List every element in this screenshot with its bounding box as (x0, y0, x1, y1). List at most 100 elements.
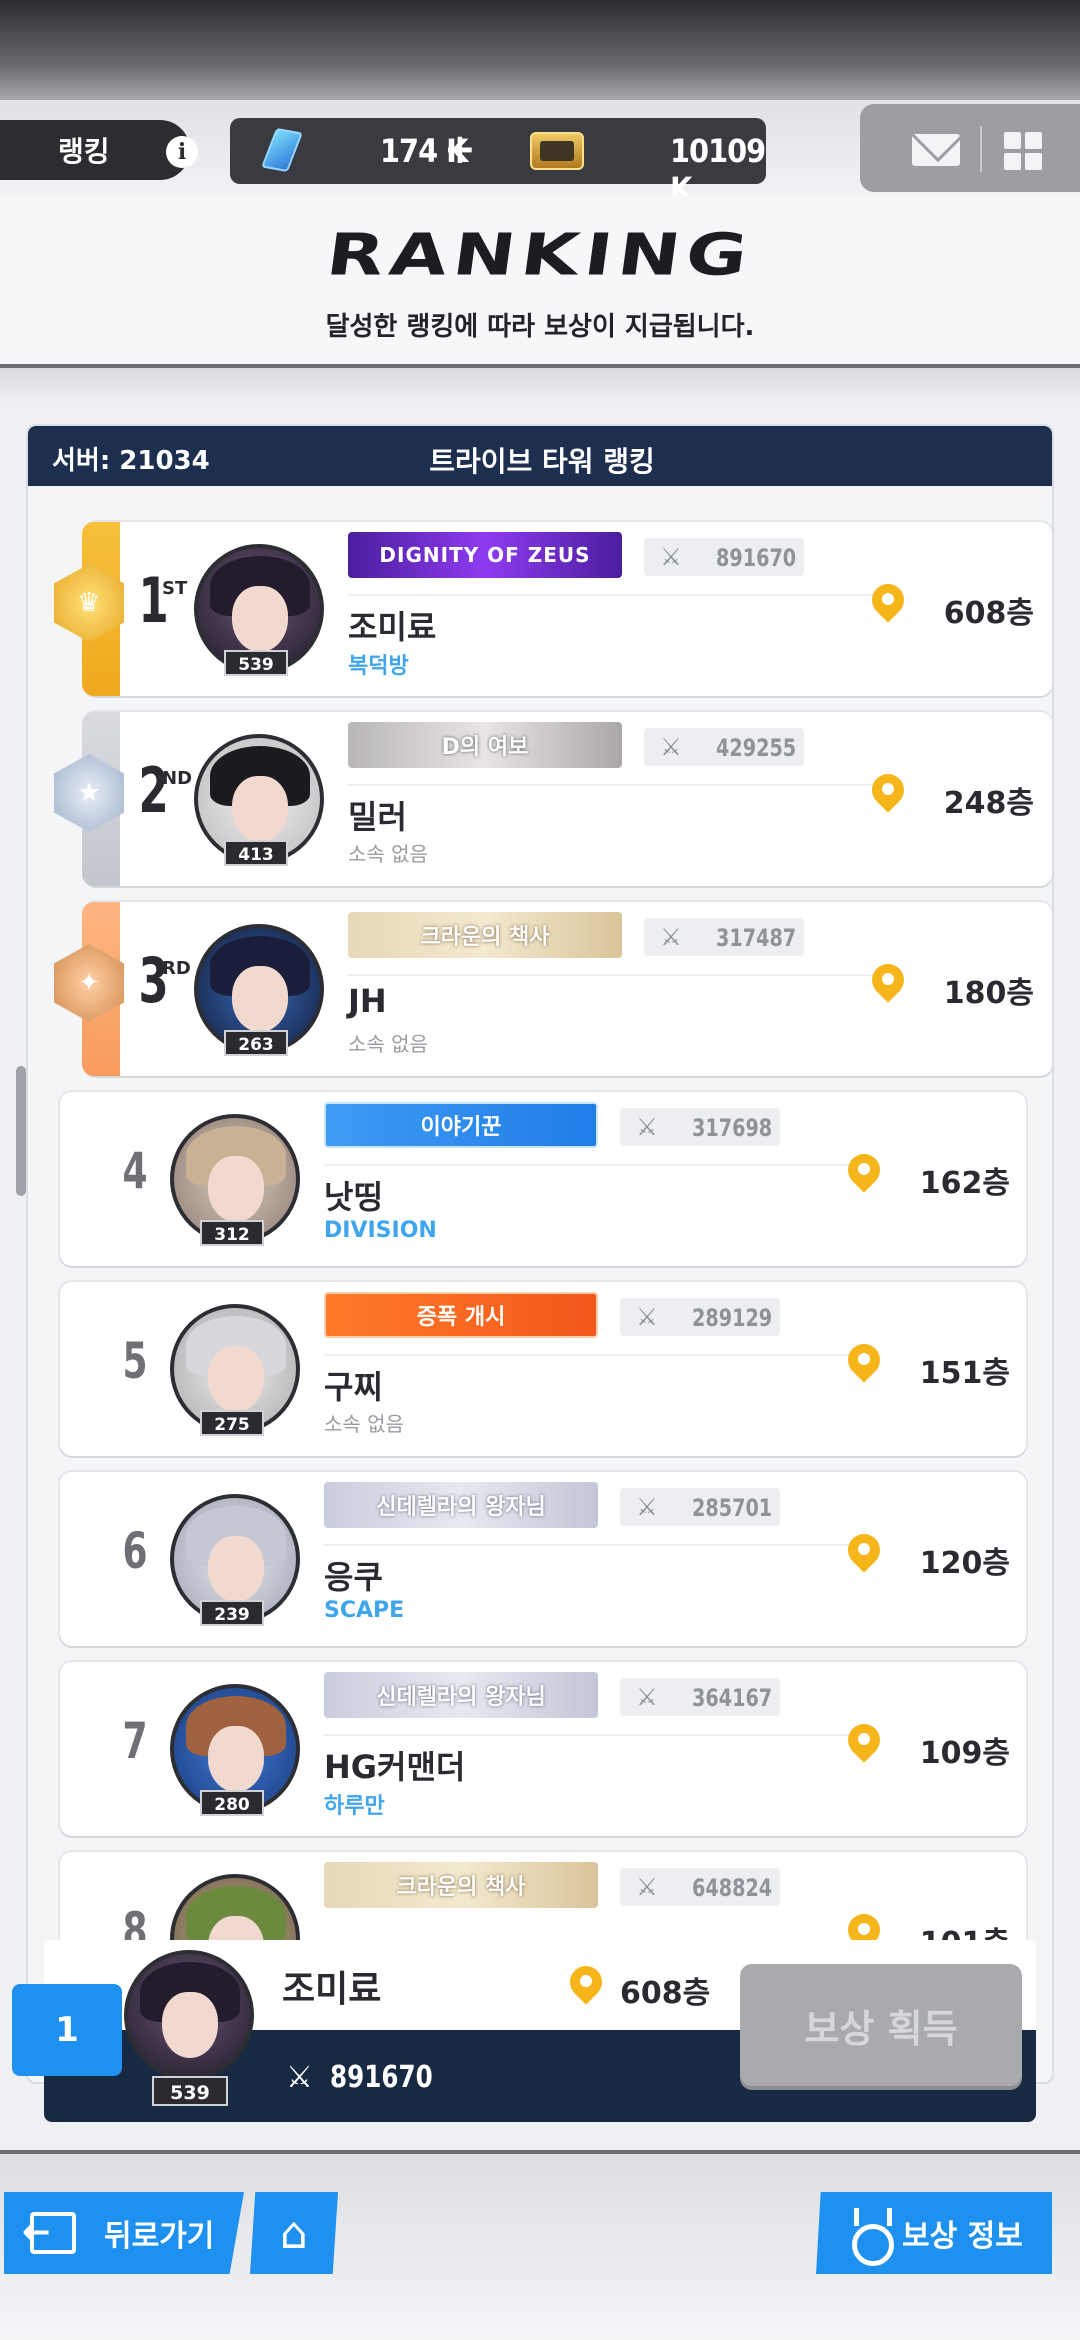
power-box: ⚔ 285701 (620, 1488, 780, 1526)
guild-name: 소속 없음 (324, 1412, 404, 1436)
ranking-list-panel: 서버: 21034 트라이브 타워 랭킹 ♛ 1 ST 539 DIGNITY … (26, 424, 1054, 2084)
power-box: ⚔ 364167 (620, 1678, 780, 1716)
gem-icon (261, 127, 303, 173)
floor-value: 248층 (943, 786, 1034, 821)
player-name: 조미료 (348, 608, 437, 646)
row-divider (324, 1354, 864, 1356)
power-box: ⚔ 429255 (644, 728, 804, 766)
power-box: ⚔ 289129 (620, 1298, 780, 1336)
ranking-row[interactable]: ♛ 1 ST 539 DIGNITY OF ZEUS ⚔ 891670 조미료 … (54, 522, 1052, 696)
power-box: ⚔ 317698 (620, 1108, 780, 1146)
my-power-value: 891670 (330, 2060, 433, 2095)
crossed-swords-icon: ⚔ (660, 733, 682, 761)
level-badge: 263 (224, 1030, 288, 1056)
ranking-row[interactable]: ★ 2 ND 413 D의 여보 ⚔ 429255 밀러 소속 없음 248층 (54, 712, 1052, 886)
guild-name: 복덕방 (348, 654, 409, 679)
location-pin-icon (872, 584, 904, 626)
ranking-row[interactable]: 4 312 이야기꾼 ⚔ 317698 낫띵 DIVISION 162층 (60, 1092, 1026, 1266)
power-value: 289129 (692, 1304, 773, 1332)
power-value: 429255 (716, 734, 797, 762)
title-badge: 크라운의 책사 (348, 912, 622, 958)
my-rank-number: 1 (12, 1984, 122, 2076)
row-divider (348, 974, 888, 976)
my-floor-value: 608층 (620, 1976, 711, 2011)
power-box: ⚔ 648824 (620, 1868, 780, 1906)
claim-reward-button[interactable]: 보상 획득 (740, 1964, 1022, 2086)
header-divider (0, 364, 1080, 404)
title-badge: 신데렐라의 왕자님 (324, 1672, 598, 1718)
rank-suffix: ND (162, 768, 193, 789)
location-pin-icon (872, 774, 904, 816)
back-icon (22, 2212, 76, 2254)
rank-number: 7 (122, 1712, 148, 1770)
info-icon[interactable]: i (166, 136, 198, 168)
crossed-swords-icon: ⚔ (636, 1113, 658, 1141)
player-name: 구찌 (324, 1368, 383, 1406)
crossed-swords-icon: ⚔ (636, 1683, 658, 1711)
ranking-list-header: 서버: 21034 트라이브 타워 랭킹 (28, 426, 1052, 486)
ranking-subtitle: 달성한 랭킹에 따라 보상이 지급됩니다. (325, 312, 755, 342)
title-badge: 신데렐라의 왕자님 (324, 1482, 598, 1528)
rank-number: 6 (122, 1522, 148, 1580)
floor-value: 162층 (919, 1166, 1010, 1201)
ranking-list[interactable]: ♛ 1 ST 539 DIGNITY OF ZEUS ⚔ 891670 조미료 … (28, 486, 1052, 2082)
ranking-row[interactable]: 6 239 신데렐라의 왕자님 ⚔ 285701 응쿠 SCAPE 120층 (60, 1472, 1026, 1646)
level-badge: 413 (224, 840, 288, 866)
player-name: 밀러 (348, 798, 407, 836)
guild-name: DIVISION (324, 1218, 437, 1243)
player-name: 낫띵 (324, 1178, 383, 1216)
my-player-name: 조미료 (282, 1969, 382, 2010)
power-value: 648824 (692, 1874, 773, 1902)
row-divider (324, 1164, 864, 1166)
location-pin-icon (848, 1154, 880, 1196)
level-badge: 539 (224, 650, 288, 676)
floor-value: 608층 (943, 596, 1034, 631)
floor-value: 151층 (919, 1356, 1010, 1391)
guild-name: 소속 없음 (348, 1032, 428, 1056)
player-name: JH (348, 982, 387, 1020)
power-value: 317487 (716, 924, 797, 952)
row-divider (324, 1734, 864, 1736)
player-name: 응쿠 (324, 1558, 383, 1596)
ranking-row[interactable]: 7 280 신데렐라의 왕자님 ⚔ 364167 HG커맨더 하루만 109층 (60, 1662, 1026, 1836)
crossed-swords-icon: ⚔ (636, 1873, 658, 1901)
level-badge: 239 (200, 1600, 264, 1626)
row-divider (324, 1544, 864, 1546)
guild-name: SCAPE (324, 1598, 405, 1623)
power-box: ⚔ 891670 (644, 538, 804, 576)
mode-label: 랭킹 (0, 120, 190, 180)
currency-bar: 174 K + 10109 K (230, 118, 766, 208)
scrollbar-thumb[interactable] (16, 1066, 26, 1196)
level-badge: 275 (200, 1410, 264, 1436)
power-value: 364167 (692, 1684, 773, 1712)
location-pin-icon (848, 1534, 880, 1576)
row-divider (348, 594, 888, 596)
power-box: ⚔ 317487 (644, 918, 804, 956)
rank-number: 1 (138, 564, 169, 637)
title-badge: DIGNITY OF ZEUS (348, 532, 622, 578)
tool-divider (980, 126, 982, 172)
add-gems-button[interactable]: + (444, 124, 476, 173)
guild-name: 하루만 (324, 1794, 385, 1819)
title-badge: 증폭 개시 (324, 1292, 598, 1338)
location-pin-icon (848, 1344, 880, 1386)
location-pin-icon (872, 964, 904, 1006)
location-pin-icon (570, 1966, 602, 2008)
ranking-row[interactable]: ✦ 3 RD 263 크라운의 책사 ⚔ 317487 JH 소속 없음 180… (54, 902, 1052, 1076)
my-avatar[interactable] (124, 1950, 254, 2080)
ranking-row[interactable]: 5 275 증폭 개시 ⚔ 289129 구찌 소속 없음 151층 (60, 1282, 1026, 1456)
home-button[interactable]: ⌂ (250, 2192, 338, 2274)
level-badge: 312 (200, 1220, 264, 1246)
player-name: HG커맨더 (324, 1748, 466, 1786)
rank-number: 2 (138, 754, 169, 827)
rank-suffix: RD (162, 958, 191, 979)
floor-value: 109층 (919, 1736, 1010, 1771)
title-badge: 이야기꾼 (324, 1102, 598, 1148)
crossed-swords-icon: ⚔ (636, 1493, 658, 1521)
power-value: 891670 (716, 544, 797, 572)
floor-value: 120층 (919, 1546, 1010, 1581)
menu-grid-icon[interactable] (1004, 132, 1042, 170)
home-icon: ⌂ (280, 2207, 308, 2259)
mail-icon[interactable] (912, 134, 960, 166)
title-badge: D의 여보 (348, 722, 622, 768)
